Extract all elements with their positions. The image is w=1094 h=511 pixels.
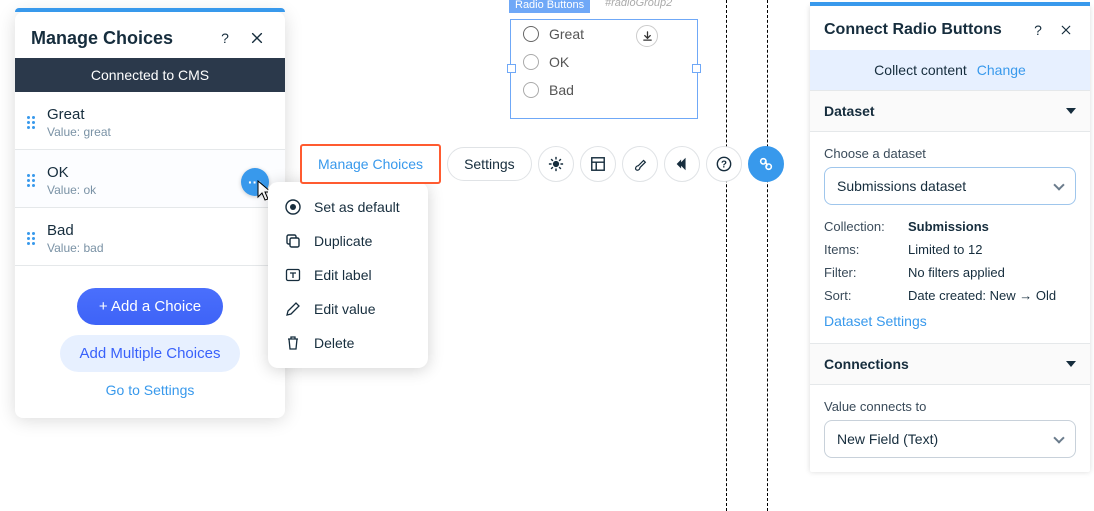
value-connects-label: Value connects to: [824, 399, 1076, 414]
go-to-settings-link[interactable]: Go to Settings: [106, 382, 195, 398]
radio-option[interactable]: OK: [511, 48, 697, 76]
add-choice-button[interactable]: + Add a Choice: [77, 288, 223, 325]
choice-item[interactable]: OK Value: ok ···: [15, 150, 285, 208]
panel-title: Manage Choices: [31, 28, 205, 49]
choice-value: Value: ok: [47, 183, 273, 197]
dataset-settings-link[interactable]: Dataset Settings: [824, 313, 1076, 329]
choice-label: OK: [47, 164, 273, 181]
manage-choices-panel: Manage Choices ? Connected to CMS Great …: [15, 12, 285, 418]
brush-icon[interactable]: [622, 146, 658, 182]
element-id-label: #radioGroup2: [605, 0, 672, 9]
element-type-tag: Radio Buttons: [509, 0, 590, 13]
drag-handle-icon[interactable]: [27, 174, 37, 187]
choice-item[interactable]: Bad Value: bad: [15, 208, 285, 266]
animation-icon[interactable]: [664, 146, 700, 182]
settings-button[interactable]: Settings: [447, 147, 532, 181]
panel-title: Connect Radio Buttons: [824, 21, 1020, 39]
choice-label: Bad: [47, 222, 273, 239]
change-link[interactable]: Change: [977, 62, 1026, 78]
layout-icon[interactable]: [580, 146, 616, 182]
radio-option[interactable]: Bad: [511, 76, 697, 104]
choose-dataset-label: Choose a dataset: [824, 146, 1076, 161]
guideline: [767, 0, 768, 511]
connections-section-header[interactable]: Connections: [810, 343, 1090, 385]
add-multiple-choices-button[interactable]: Add Multiple Choices: [60, 335, 241, 372]
dataset-section-header[interactable]: Dataset: [810, 90, 1090, 132]
dataset-details: Collection:Submissions Items:Limited to …: [824, 219, 1076, 303]
drag-handle-icon[interactable]: [27, 232, 37, 245]
chevron-down-icon: [1066, 361, 1076, 367]
chevron-down-icon: [1053, 179, 1064, 190]
chevron-down-icon: [1053, 432, 1064, 443]
collect-content-label: Collect content: [874, 62, 967, 78]
collect-content-bar: Collect content Change: [810, 50, 1090, 90]
manage-choices-button[interactable]: Manage Choices: [300, 144, 441, 184]
radio-buttons-element[interactable]: Great OK Bad: [510, 19, 698, 119]
radio-option[interactable]: Great: [511, 20, 697, 48]
close-icon[interactable]: [1056, 20, 1076, 40]
download-icon[interactable]: [636, 25, 658, 47]
more-options-button[interactable]: ···: [241, 168, 269, 196]
connect-radio-buttons-panel: Connect Radio Buttons ? Collect content …: [810, 6, 1090, 472]
cms-banner: Connected to CMS: [15, 58, 285, 92]
design-icon[interactable]: [538, 146, 574, 182]
help-icon[interactable]: ?: [706, 146, 742, 182]
choice-label: Great: [47, 106, 273, 123]
element-toolbar: Manage Choices Settings ?: [300, 144, 784, 184]
close-icon[interactable]: [245, 26, 269, 50]
choice-value: Value: bad: [47, 241, 273, 255]
help-icon[interactable]: ?: [1028, 20, 1048, 40]
guideline: [726, 0, 727, 511]
connect-data-icon[interactable]: [748, 146, 784, 182]
svg-text:?: ?: [721, 160, 727, 171]
dataset-select[interactable]: Submissions dataset: [824, 167, 1076, 205]
value-connects-select[interactable]: New Field (Text): [824, 420, 1076, 458]
help-icon[interactable]: ?: [213, 26, 237, 50]
chevron-down-icon: [1066, 108, 1076, 114]
choice-value: Value: great: [47, 125, 273, 139]
drag-handle-icon[interactable]: [27, 116, 37, 129]
choice-item[interactable]: Great Value: great: [15, 92, 285, 150]
editor-canvas: Radio Buttons #radioGroup2 Great OK Bad …: [300, 0, 790, 511]
choice-list: Great Value: great OK Value: ok ··· Bad …: [15, 92, 285, 266]
